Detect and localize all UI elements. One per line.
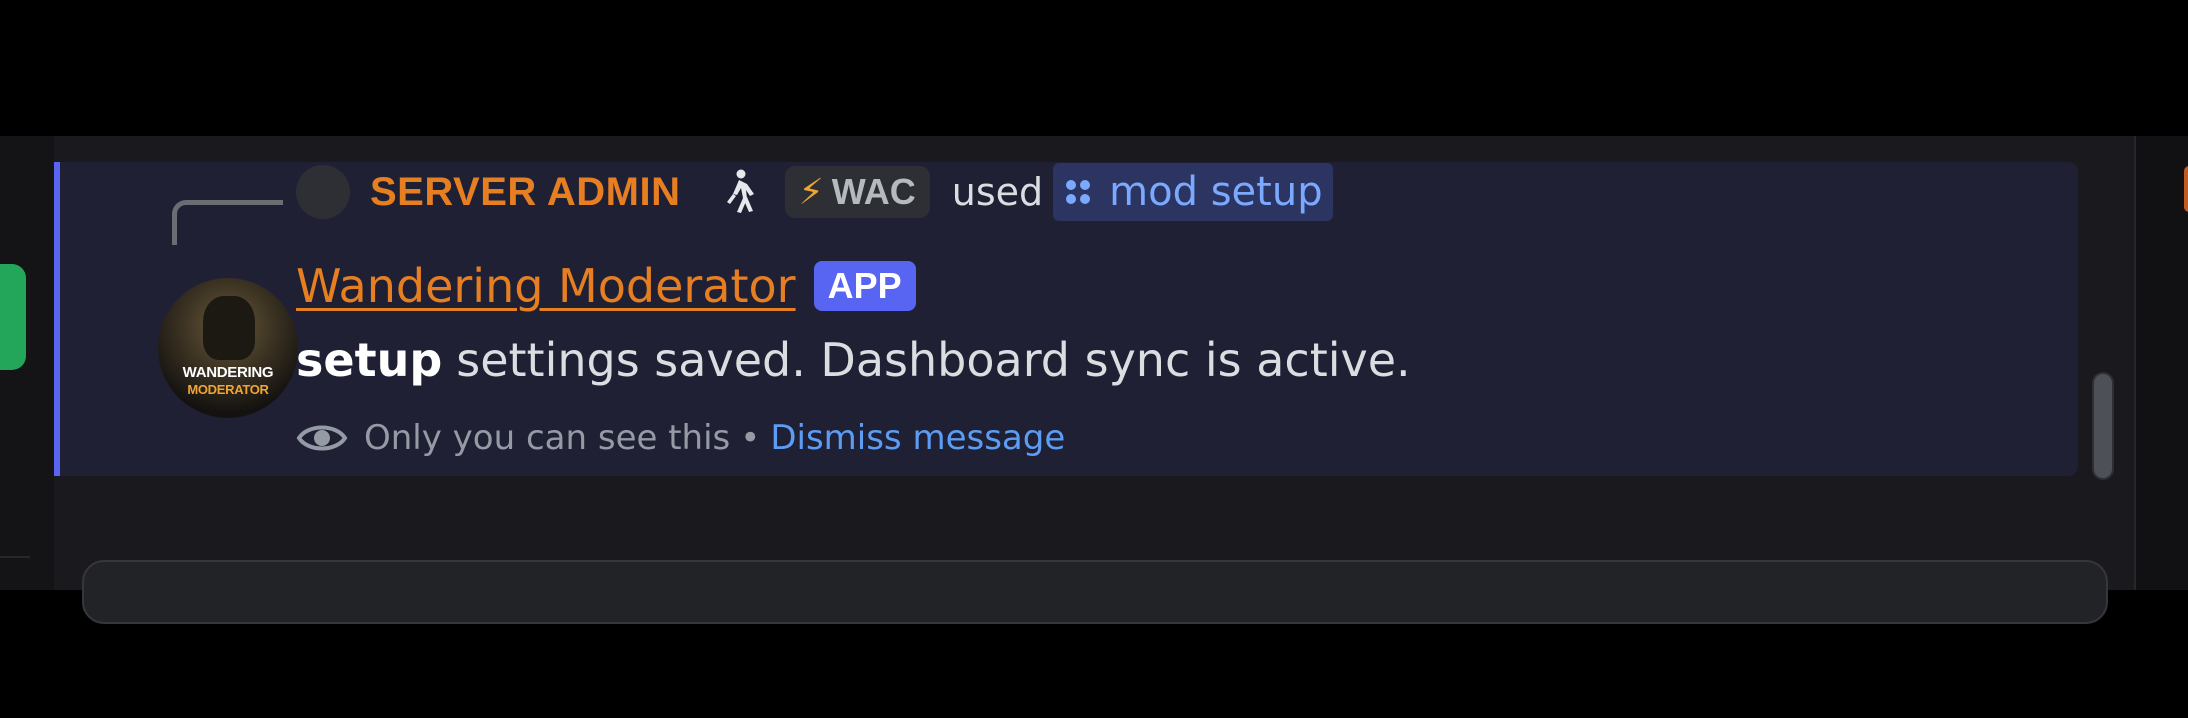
ephemeral-text: Only you can see this <box>364 418 731 458</box>
ephemeral-message: SERVER ADMIN ⚡ WAC used mod setup WANDER… <box>54 162 2078 476</box>
server-sidebar <box>0 136 54 590</box>
reply-reference[interactable]: SERVER ADMIN ⚡ WAC used mod setup <box>296 163 1333 221</box>
avatar-text-line2: MODERATOR <box>187 382 269 397</box>
dismiss-message-link[interactable]: Dismiss message <box>770 418 1065 458</box>
message-content: setup settings saved. Dashboard sync is … <box>296 328 1411 392</box>
bot-avatar[interactable]: WANDERING MODERATOR <box>158 278 298 418</box>
person-walking-icon <box>726 169 754 213</box>
highlight-bar <box>54 162 60 476</box>
app-command-icon <box>1066 180 1091 204</box>
reply-connector <box>172 200 283 245</box>
scrollbar-thumb[interactable] <box>2094 374 2112 478</box>
ephemeral-notice: Only you can see this • Dismiss message <box>296 408 1065 468</box>
command-word: setup <box>296 333 443 387</box>
avatar-text-line1: WANDERING <box>182 364 274 381</box>
slash-command-name: mod setup <box>1109 169 1323 215</box>
bot-username[interactable]: Wandering Moderator <box>296 259 796 313</box>
message-header: Wandering Moderator APP <box>296 254 916 318</box>
server-tag[interactable]: ⚡ WAC <box>784 166 930 218</box>
sidebar-divider <box>0 556 30 558</box>
message-input[interactable] <box>82 560 2108 624</box>
reply-author-name[interactable]: SERVER ADMIN <box>370 170 681 215</box>
chat-window: SERVER ADMIN ⚡ WAC used mod setup WANDER… <box>0 136 2188 624</box>
message-text: settings saved. Dashboard sync is active… <box>456 333 1411 387</box>
separator-dot: • <box>740 418 761 458</box>
eye-icon <box>296 425 348 451</box>
avatar-figure <box>203 296 255 360</box>
server-tag-label: WAC <box>831 171 916 212</box>
member-avatar-edge[interactable] <box>2184 166 2188 212</box>
server-indicator[interactable] <box>0 264 26 370</box>
slash-command-chip[interactable]: mod setup <box>1053 163 1333 221</box>
used-label: used <box>951 170 1044 214</box>
lightning-bolt-icon: ⚡ <box>798 171 824 213</box>
reply-avatar[interactable] <box>296 165 350 219</box>
app-badge: APP <box>813 261 916 311</box>
member-panel-edge <box>2134 136 2188 590</box>
